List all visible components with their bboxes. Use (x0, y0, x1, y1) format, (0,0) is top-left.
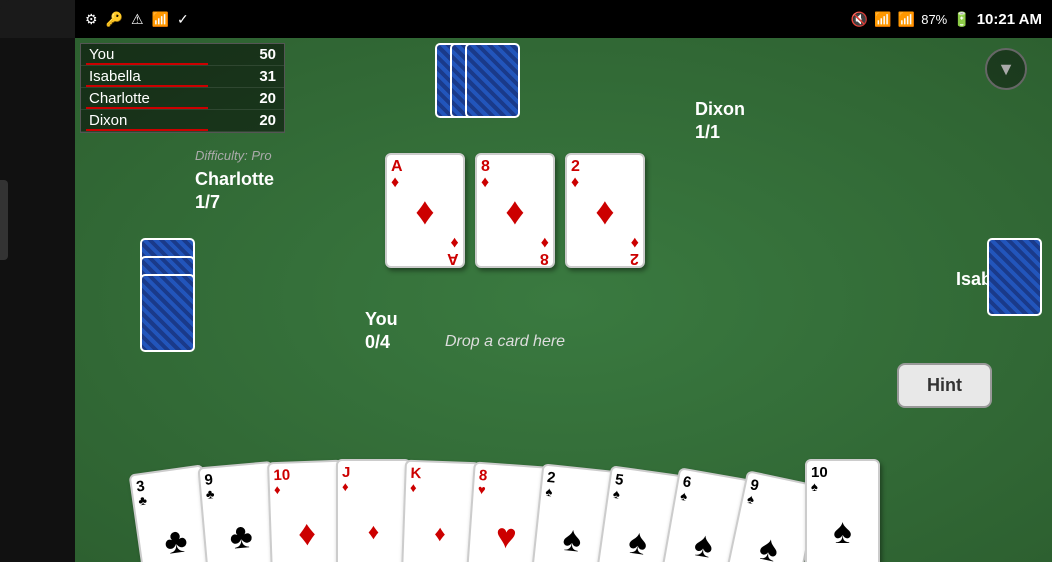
score-val-isabella: 31 (259, 68, 276, 85)
you-tricks: You 0/4 (365, 308, 398, 355)
isabella-hand (987, 238, 1042, 256)
dropdown-button[interactable]: ▼ (985, 48, 1027, 90)
score-row-dixon: Dixon 20 (81, 110, 284, 132)
wifi-icon: 📶 (152, 11, 169, 28)
battery-icon: 🔋 (953, 11, 970, 28)
card-corner-top: 10 ♠ (811, 465, 874, 493)
card-corner-top: J ♦ (342, 465, 405, 493)
difficulty-label: Difficulty: Pro (195, 148, 272, 163)
center-play-area: A ♦ ♦ A ♦ 8 ♦ ♦ 8 ♦ (385, 153, 645, 268)
hint-button[interactable]: Hint (897, 363, 992, 408)
score-row-isabella: Isabella 31 (81, 66, 284, 88)
charlotte-hand (140, 238, 195, 292)
score-name-isabella: Isabella (89, 68, 141, 85)
charlotte-label: Charlotte (195, 169, 274, 189)
score-name-charlotte: Charlotte (89, 90, 150, 107)
hand-card-10-spades[interactable]: 10 ♠ ♠ (805, 459, 880, 562)
card-center-suit: ♦ (391, 191, 459, 234)
score-name-you: You (89, 46, 114, 63)
score-val-you: 50 (259, 46, 276, 63)
phone-left-edge (0, 38, 75, 562)
player-hand: 3 ♣ ♣ 9 ♣ ♣ 10 ♦ ♦ (135, 459, 872, 562)
charlotte-tricks-val: 1/7 (195, 192, 220, 212)
card-corner-top: K ♦ (410, 466, 474, 496)
score-panel: You 50 Isabella 31 Charlotte 20 Dixon 20 (80, 43, 285, 133)
status-time: 10:21 AM (977, 11, 1042, 28)
status-icons-right: 🔇 📶 📶 87% 🔋 10:21 AM (851, 11, 1042, 28)
warning-icon: ⚠ (131, 11, 144, 28)
card-corner-top: 10 ♦ (273, 466, 337, 496)
score-val-dixon: 20 (259, 112, 276, 129)
card-rank-label: A ♦ (391, 159, 459, 191)
score-row-charlotte: Charlotte 20 (81, 88, 284, 110)
charlotte-tricks: Charlotte 1/7 (195, 168, 274, 215)
volume-off-icon: 🔇 (851, 11, 868, 28)
you-label: You (365, 309, 398, 329)
card-rank-label: 8 ♦ (481, 159, 549, 191)
key-icon: 🔑 (106, 11, 123, 28)
phone-frame: ⚙ 🔑 ⚠ 📶 ✓ 🔇 📶 📶 87% 🔋 10:21 AM You 50 Is… (0, 0, 1052, 562)
card-rank-label: 2 ♦ (571, 159, 639, 191)
card-center-suit: ♦ (571, 191, 639, 234)
drop-zone-label: Drop a card here (445, 333, 565, 351)
volume-buttons (0, 180, 8, 260)
card-rank-label-bottom: A ♦ (447, 234, 459, 266)
check-icon: ✓ (177, 11, 189, 28)
played-card-2-diamonds: 2 ♦ ♦ 2 ♦ (565, 153, 645, 268)
played-card-ace-diamonds: A ♦ ♦ A ♦ (385, 153, 465, 268)
signal-icon: 📶 (898, 11, 915, 28)
status-bar: ⚙ 🔑 ⚠ 📶 ✓ 🔇 📶 📶 87% 🔋 10:21 AM (75, 0, 1052, 38)
isabella-card-1 (987, 238, 1042, 316)
card-corner-top: 8 ♥ (477, 468, 542, 500)
hand-card-j-diamonds[interactable]: J ♦ ♦ (336, 459, 411, 562)
status-icons-left: ⚙ 🔑 ⚠ 📶 ✓ (85, 11, 189, 28)
usb-icon: ⚙ (85, 11, 98, 28)
dixon-tricks: Dixon 1/1 (695, 98, 745, 145)
game-area: You 50 Isabella 31 Charlotte 20 Dixon 20… (75, 38, 1052, 562)
dixon-hand (435, 43, 480, 118)
charlotte-card-3 (140, 274, 195, 352)
score-name-dixon: Dixon (89, 112, 127, 129)
wifi-signal-icon: 📶 (874, 11, 891, 28)
card-rank-label-bottom: 8 ♦ (540, 234, 549, 266)
hand-card-10-diamonds[interactable]: 10 ♦ ♦ (267, 460, 346, 562)
played-card-8-diamonds: 8 ♦ ♦ 8 ♦ (475, 153, 555, 268)
card-center-suit: ♦ (481, 191, 549, 234)
card-rank-label-bottom: 2 ♦ (630, 234, 639, 266)
dixon-card-3 (465, 43, 520, 118)
dixon-label: Dixon (695, 99, 745, 119)
score-row-you: You 50 (81, 44, 284, 66)
battery-percent: 87% (921, 12, 947, 27)
you-tricks-val: 0/4 (365, 332, 390, 352)
dixon-tricks-val: 1/1 (695, 122, 720, 142)
score-val-charlotte: 20 (259, 90, 276, 107)
